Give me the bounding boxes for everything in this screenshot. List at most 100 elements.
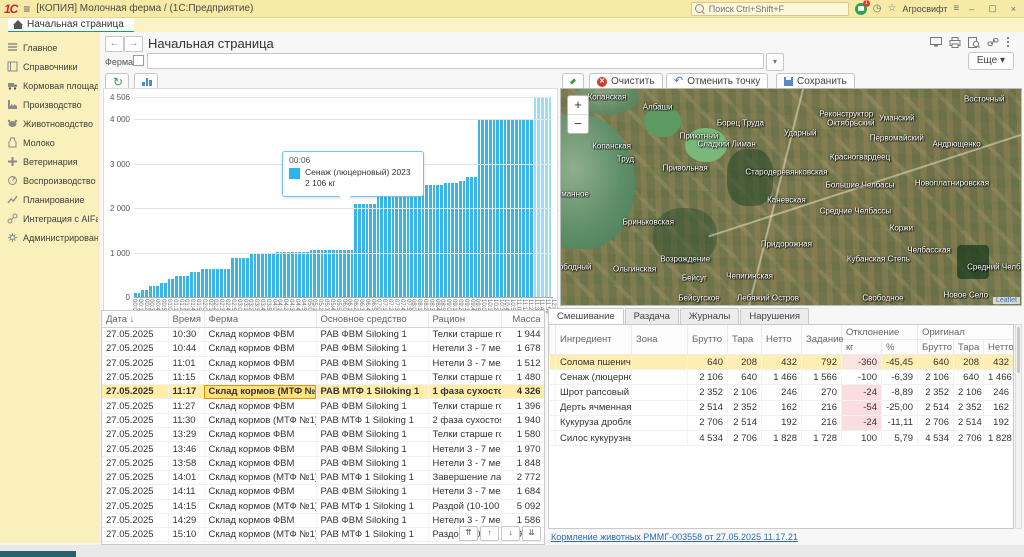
chart-bar[interactable] (433, 185, 436, 297)
farm-filter-checkbox[interactable] (133, 55, 144, 66)
ingredient-row[interactable]: Шрот рапсовый2 3522 106246270-24-8,892 3… (550, 385, 1014, 400)
chart-bar[interactable] (422, 189, 425, 297)
chart-bar[interactable] (205, 269, 208, 297)
sidebar-item-администрирование[interactable]: Администрирование (0, 228, 100, 247)
chart-bar[interactable] (388, 197, 391, 297)
chart-bar[interactable] (474, 177, 477, 297)
sidebar-item-справочники[interactable]: Справочники (0, 57, 100, 76)
table-row[interactable]: 27.05.202514:01Склад кормов (МТФ №1)РАВ … (102, 470, 545, 484)
chart-bar[interactable] (216, 269, 219, 297)
feed-loading-chart[interactable]: 00:06 Сенаж (люцерновый) 20232 106 кг 4 … (103, 88, 558, 312)
table-row[interactable]: 27.05.202511:17Склад кормов (МТФ №1)РАВ … (102, 385, 545, 399)
chart-bar[interactable] (324, 250, 327, 297)
chart-bar[interactable] (306, 252, 309, 297)
chart-bar[interactable] (168, 279, 171, 297)
minimize-button[interactable]: – (965, 4, 978, 14)
zoom-in-button[interactable]: + (568, 96, 588, 115)
farm-combobox-dropdown-icon[interactable]: ▾ (766, 53, 784, 71)
chart-bar[interactable] (455, 183, 458, 297)
chart-bar[interactable] (332, 250, 335, 297)
chart-bar[interactable] (358, 204, 361, 297)
chart-bar[interactable] (418, 189, 421, 297)
chart-bar[interactable] (298, 252, 301, 297)
chart-bar[interactable] (224, 269, 227, 297)
chart-bar[interactable] (287, 252, 290, 297)
chart-bar[interactable] (265, 254, 268, 297)
main-menu-icon[interactable]: ≡ (23, 2, 30, 16)
preview-icon[interactable] (968, 37, 980, 48)
table-row[interactable]: 27.05.202513:29Склад кормов ФВМРАВ ФВМ S… (102, 428, 545, 442)
chart-bar[interactable] (220, 269, 223, 297)
table-row[interactable]: 27.05.202511:15Склад кормов ФВМРАВ ФВМ S… (102, 370, 545, 384)
table-row[interactable]: 27.05.202510:30Склад кормов ФВМРАВ ФВМ S… (102, 328, 545, 342)
chart-bar[interactable] (250, 254, 253, 297)
left-table-header[interactable]: Дата ↓ВремяФермаОсновное средствоРационМ… (102, 311, 545, 328)
table-row[interactable]: 27.05.202511:01Склад кормов ФВМРАВ ФВМ S… (102, 356, 545, 370)
chart-bar[interactable] (343, 250, 346, 297)
column-header-4[interactable]: Основное средство (316, 311, 428, 328)
chart-bar[interactable] (321, 250, 324, 297)
current-user[interactable]: Агросвифт (902, 4, 947, 14)
table-row[interactable]: 27.05.202513:58Склад кормов ФВМРАВ ФВМ S… (102, 456, 545, 470)
sidebar-item-воспроизводство[interactable]: Воспроизводство (0, 171, 100, 190)
more-button[interactable]: Еще ▾ (968, 52, 1014, 70)
page-up-button[interactable]: ↑ (480, 526, 499, 541)
column-header-3[interactable]: Ферма (204, 311, 316, 328)
chart-bar[interactable] (171, 279, 174, 297)
table-row[interactable]: 27.05.202513:46Склад кормов ФВМРАВ ФВМ S… (102, 442, 545, 456)
chart-bar[interactable] (328, 250, 331, 297)
chart-bar[interactable] (448, 183, 451, 297)
chart-bar[interactable] (351, 250, 354, 297)
chart-bar[interactable] (254, 254, 257, 297)
table-row[interactable]: 27.05.202511:30Склад кормов (МТФ №1)РАВ … (102, 413, 545, 427)
table-row[interactable]: 27.05.202514:11Склад кормов ФВМРАВ ФВМ S… (102, 485, 545, 499)
chart-bar[interactable] (295, 252, 298, 297)
sidebar-item-производство[interactable]: Производство (0, 95, 100, 114)
chart-bar[interactable] (231, 258, 234, 297)
chart-bar[interactable] (138, 293, 141, 297)
ingredient-row[interactable]: Солома пшеничн...640208432792-360-45,456… (550, 355, 1014, 370)
chart-bar[interactable] (268, 254, 271, 297)
chart-bar[interactable] (317, 250, 320, 297)
column-header-6[interactable]: Масса (501, 311, 545, 328)
chart-bar[interactable] (134, 293, 137, 297)
chart-bar[interactable] (209, 269, 212, 297)
tab-нарушения[interactable]: Нарушения (740, 308, 809, 324)
chart-bar[interactable] (354, 204, 357, 297)
chart-bar[interactable] (272, 254, 275, 297)
notifications-icon[interactable]: 1 (855, 3, 867, 15)
chart-bar[interactable] (463, 181, 466, 297)
chart-bar[interactable] (227, 269, 230, 297)
chart-bar[interactable] (377, 197, 380, 297)
chart-bar[interactable] (440, 185, 443, 297)
monitor-icon[interactable] (930, 37, 942, 48)
chart-bar[interactable] (347, 250, 350, 297)
chart-bar[interactable] (280, 252, 283, 297)
chart-bar[interactable] (362, 204, 365, 297)
global-search[interactable] (691, 2, 849, 16)
chart-bar[interactable] (194, 272, 197, 297)
chart-bar[interactable] (197, 272, 200, 297)
chart-bar[interactable] (164, 283, 167, 297)
table-row[interactable]: 27.05.202510:44Склад кормов ФВМРАВ ФВМ S… (102, 342, 545, 356)
chart-bar[interactable] (283, 252, 286, 297)
chart-bar[interactable] (366, 204, 369, 297)
tab-смешивание[interactable]: Смешивание (548, 308, 624, 324)
chart-bar[interactable] (183, 276, 186, 297)
chart-bar[interactable] (541, 97, 544, 297)
map-attribution[interactable]: Leaflet (993, 297, 1020, 304)
tab-home[interactable]: Начальная страница (8, 18, 134, 33)
chart-bar[interactable] (336, 250, 339, 297)
chart-bar[interactable] (246, 258, 249, 297)
link-icon[interactable] (987, 37, 999, 48)
table-row[interactable]: 27.05.202514:15Склад кормов (МТФ №1)РАВ … (102, 499, 545, 513)
chart-bar[interactable] (190, 272, 193, 297)
sidebar-item-молоко[interactable]: Молоко (0, 133, 100, 152)
chart-bar[interactable] (425, 185, 428, 297)
ingredient-row[interactable]: Силос кукурузны...4 5342 7061 8281 72810… (550, 430, 1014, 445)
chart-bar[interactable] (369, 204, 372, 297)
chart-bar[interactable] (156, 286, 159, 297)
chart-bar[interactable] (339, 250, 342, 297)
chart-bar[interactable] (410, 189, 413, 297)
farm-combobox[interactable] (147, 53, 764, 69)
